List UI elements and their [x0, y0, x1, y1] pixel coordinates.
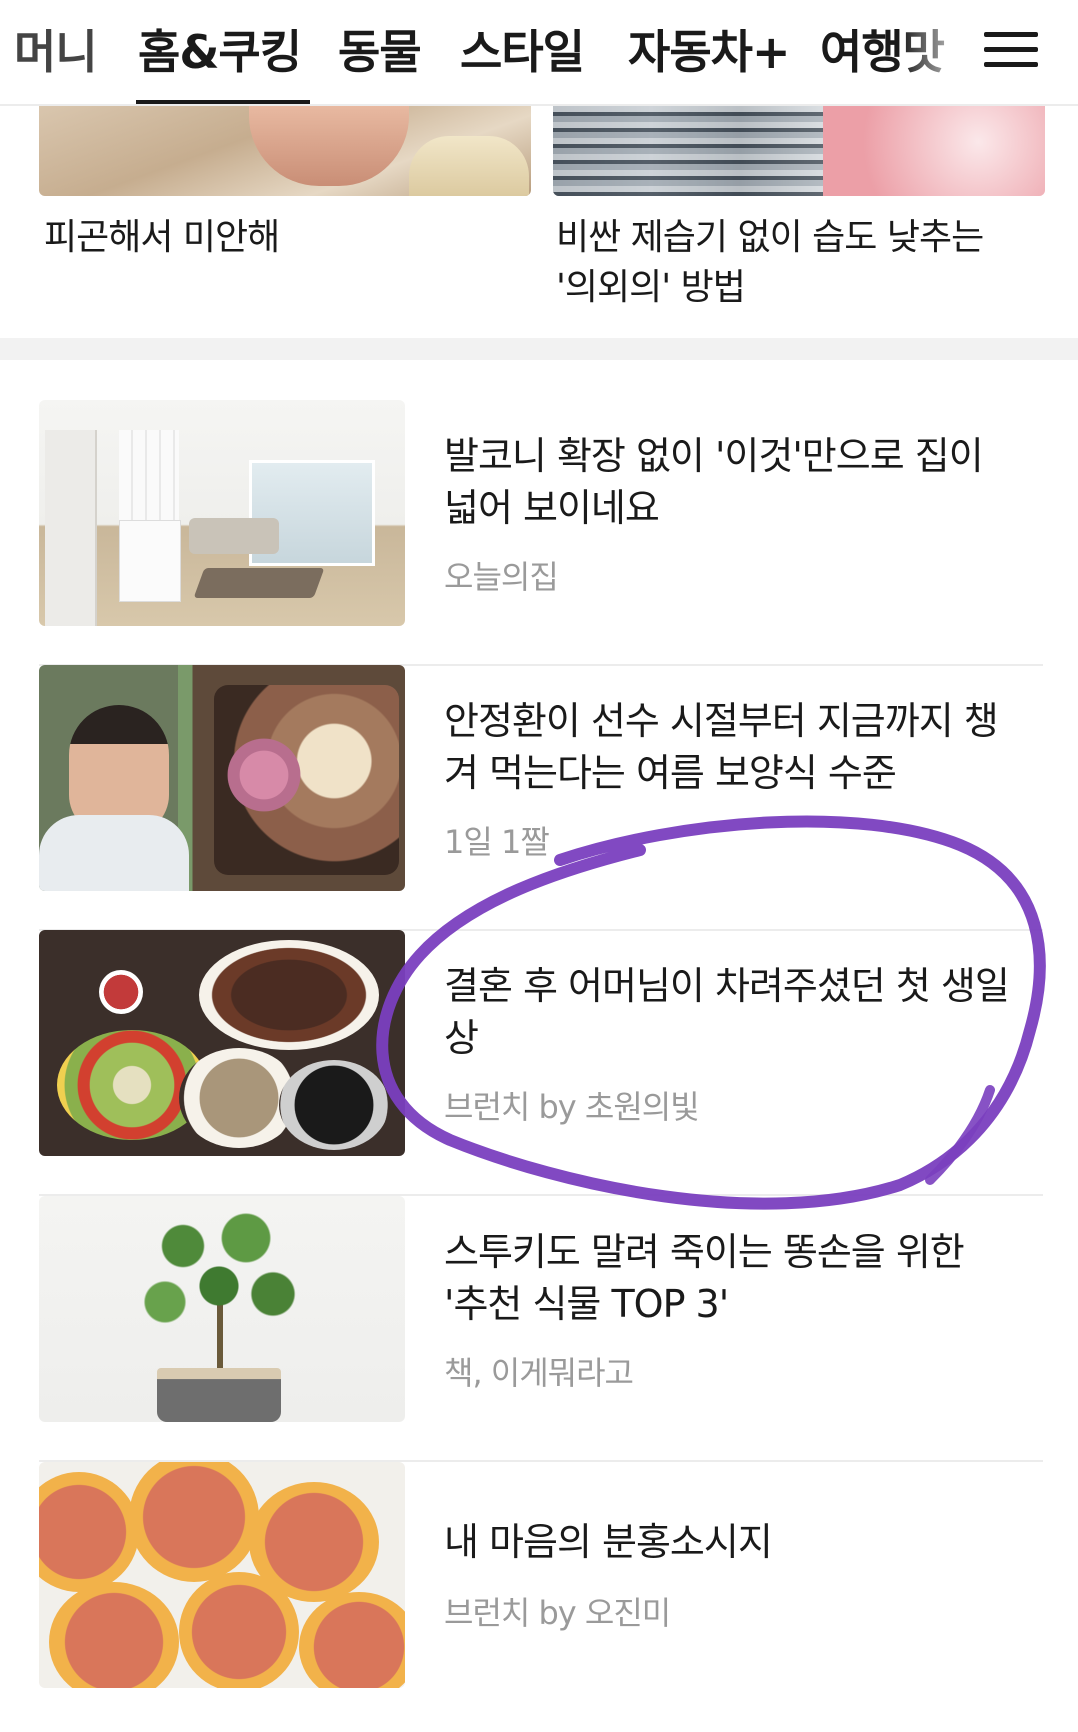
tab-home-cooking[interactable]: 홈&쿠킹	[138, 16, 302, 82]
article-title[interactable]: 결혼 후 어머님이 차려주셨던 첫 생일상	[444, 960, 1014, 1064]
list-item[interactable]: 스투키도 말려 죽이는 똥손을 위한 '추천 식물 TOP 3' 책, 이게뭐라…	[39, 1196, 1043, 1462]
top-card-left-title[interactable]: 피곤해서 미안해	[44, 213, 514, 263]
list-item[interactable]: 발코니 확장 없이 '이것'만으로 집이 넓어 보이네요 오늘의집	[39, 400, 1043, 666]
article-source: 책, 이게뭐라고	[444, 1354, 634, 1392]
tab-car[interactable]: 자동차+	[628, 16, 791, 82]
hamburger-menu-icon[interactable]	[984, 26, 1040, 70]
top-card-left-thumbnail[interactable]	[39, 106, 531, 196]
article-source: 브런치 by 초원의빛	[444, 1088, 700, 1126]
article-thumbnail	[39, 1462, 405, 1688]
top-card-right-title[interactable]: 비싼 제습기 없이 습도 낮추는 '의외의' 방법	[556, 213, 1026, 313]
article-title[interactable]: 내 마음의 분홍소시지	[444, 1516, 1014, 1568]
article-source: 브런치 by 오진미	[444, 1594, 671, 1632]
list-item[interactable]: 결혼 후 어머님이 차려주셨던 첫 생일상 브런치 by 초원의빛	[39, 930, 1043, 1196]
article-thumbnail	[39, 1196, 405, 1422]
article-source: 오늘의집	[444, 558, 559, 596]
article-thumbnail	[39, 930, 405, 1156]
tab-style[interactable]: 스타일	[460, 16, 585, 82]
article-title[interactable]: 발코니 확장 없이 '이것'만으로 집이 넓어 보이네요	[444, 430, 1014, 534]
article-thumbnail	[39, 665, 405, 891]
list-item[interactable]: 내 마음의 분홍소시지 브런치 by 오진미	[39, 1462, 1043, 1728]
category-tab-bar: 머니 홈&쿠킹 동물 스타일 자동차+ 여행맛	[0, 0, 1078, 106]
tab-animals[interactable]: 동물	[338, 16, 422, 82]
section-separator	[0, 338, 1078, 360]
active-tab-indicator	[136, 100, 310, 104]
tab-money[interactable]: 머니	[14, 16, 98, 82]
list-item[interactable]: 안정환이 선수 시절부터 지금까지 챙겨 먹는다는 여름 보양식 수준 1일 1…	[39, 665, 1043, 931]
article-title[interactable]: 스투키도 말려 죽이는 똥손을 위한 '추천 식물 TOP 3'	[444, 1226, 1014, 1330]
article-source: 1일 1짤	[444, 823, 550, 861]
article-thumbnail	[39, 400, 405, 626]
article-title[interactable]: 안정환이 선수 시절부터 지금까지 챙겨 먹는다는 여름 보양식 수준	[444, 695, 1014, 799]
top-card-right-thumbnail[interactable]	[553, 106, 1045, 196]
